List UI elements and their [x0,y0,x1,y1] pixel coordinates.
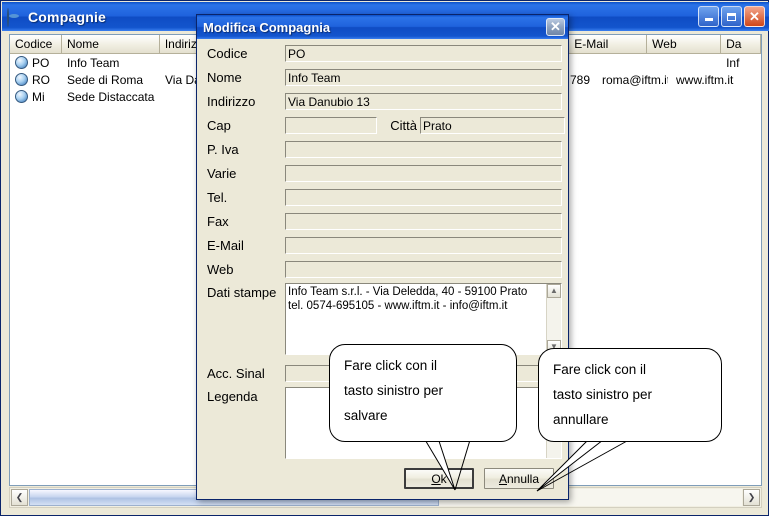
callout-cancel-tail [536,439,605,492]
callout-save: Fare click con il tasto sinistro per sal… [329,344,517,442]
callout-save-line2: tasto sinistro per [344,383,444,398]
callout-cancel-line2: tasto sinistro per [553,387,653,402]
callout-save-line3: salvare [344,408,388,423]
callout-save-tail [423,437,456,491]
callout-cancel: Fare click con il tasto sinistro per ann… [538,348,722,442]
callout-cancel-line1: Fare click con il [553,362,647,377]
callout-cancel-line3: annullare [553,412,609,427]
callout-save-line1: Fare click con il [344,358,438,373]
callout-save-pointer [454,439,471,491]
